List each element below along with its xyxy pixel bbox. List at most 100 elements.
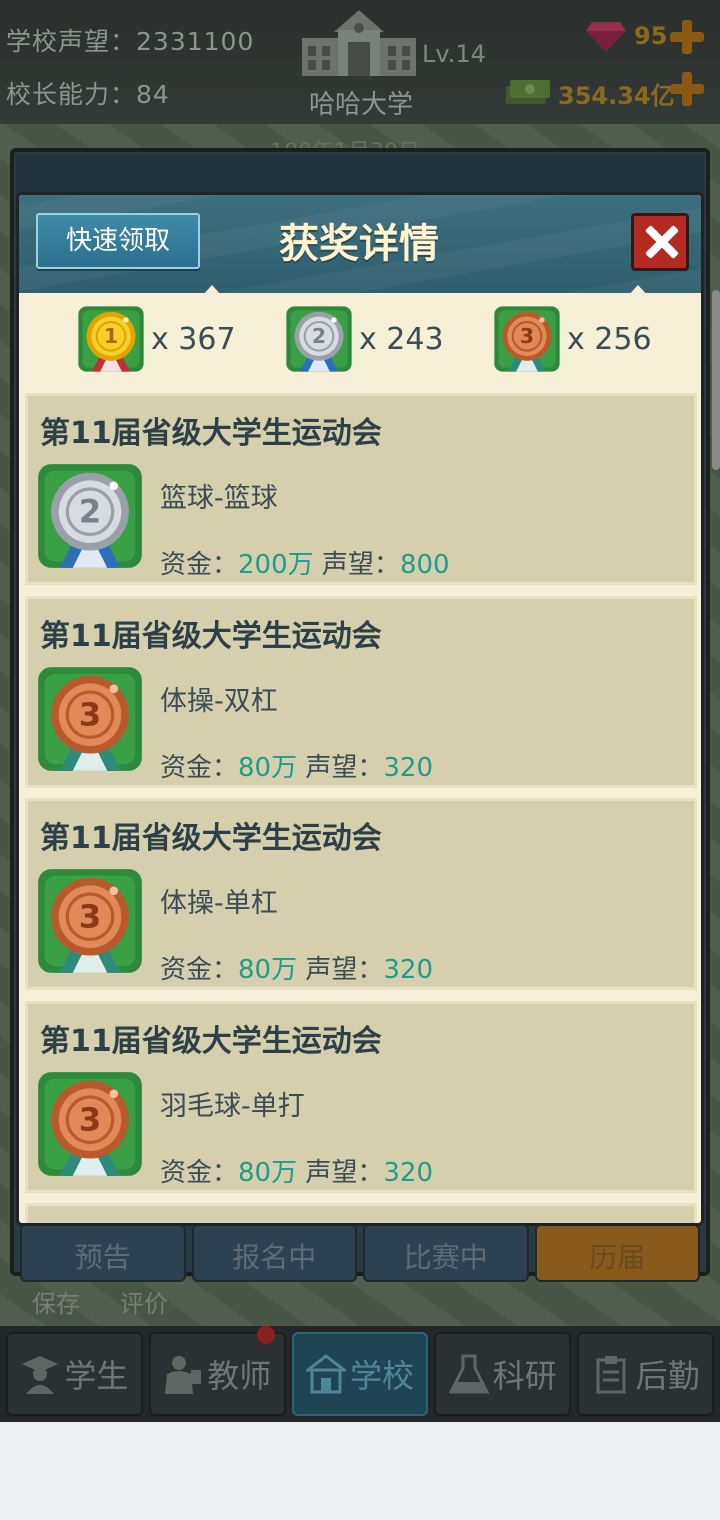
competition-name: 第11届省级大学生乒乓球联赛 <box>40 1216 442 1223</box>
add-money-plus-icon[interactable] <box>670 72 704 106</box>
nav-teachers-label: 教师 <box>207 1357 272 1395</box>
silver-medal-icon: 2 <box>38 464 142 568</box>
fund-label: 资金： <box>160 753 239 783</box>
competition-name: 第11届省级大学生运动会 <box>40 619 382 654</box>
medal-rank: 1 <box>104 324 118 348</box>
page-scrollbar[interactable] <box>712 290 720 470</box>
reputation-label: 声望： <box>305 753 384 783</box>
event-name: 体操-单杠 <box>160 888 278 919</box>
medal-rank: 3 <box>79 897 102 935</box>
fund-value: 200万 <box>238 550 314 580</box>
dialog-title: 获奖详情 <box>279 221 439 267</box>
award-item: 第11届省级大学生运动会 3 羽毛球-单打 资金：80万 声望：320 <box>25 1001 697 1193</box>
quick-claim-button[interactable]: 快速领取 <box>36 213 200 269</box>
reputation-value: 320 <box>383 1158 434 1188</box>
reputation-value: 800 <box>399 550 450 580</box>
tab-preview[interactable]: 预告 <box>20 1224 186 1282</box>
event-name: 篮球-篮球 <box>160 483 278 514</box>
dialog-header: 快速领取 获奖详情 <box>19 195 701 297</box>
medal-rank: 2 <box>79 492 102 530</box>
silver-medal-icon: 2 <box>286 306 352 372</box>
reward-line: 资金：80万 声望：320 <box>160 1152 433 1189</box>
gold-medal-count: x 367 <box>151 321 236 357</box>
fund-value: 80万 <box>238 1158 298 1188</box>
nav-teachers[interactable]: 教师 <box>148 1326 286 1416</box>
fund-label: 资金： <box>160 955 239 985</box>
nav-logistics-label: 后勤 <box>635 1357 700 1395</box>
reward-line: 资金：80万 声望：320 <box>160 949 433 986</box>
bronze-medal-icon: 3 <box>38 667 142 771</box>
award-item: 第11届省级大学生乒乓球联赛 <box>25 1203 697 1223</box>
award-item: 第11届省级大学生运动会 2 篮球-篮球 资金：200万 声望：800 <box>25 393 697 585</box>
silver-medal-count: x 243 <box>359 321 444 357</box>
add-gems-plus-icon[interactable] <box>670 20 704 54</box>
student-icon <box>22 1356 59 1394</box>
nav-logistics[interactable]: 后勤 <box>577 1332 714 1416</box>
event-name: 体操-双杠 <box>160 686 278 717</box>
clipboard-icon <box>596 1356 626 1394</box>
reputation-label: 学校声望： <box>6 27 137 56</box>
rate-link[interactable]: 评价 <box>120 1290 168 1318</box>
save-link[interactable]: 保存 <box>32 1290 80 1318</box>
fund-value: 80万 <box>238 955 298 985</box>
gem-icon <box>586 22 626 52</box>
event-name: 羽毛球-单打 <box>160 1091 305 1122</box>
money-amount: 354.34亿 <box>558 82 675 110</box>
reputation-label: 声望： <box>305 1158 384 1188</box>
reputation-value: 320 <box>383 955 434 985</box>
silver-medal-summary: 2 x 243 <box>285 305 444 373</box>
nav-research[interactable]: 科研 <box>434 1332 572 1416</box>
fund-label: 资金： <box>160 550 239 580</box>
tab-registering[interactable]: 报名中 <box>191 1224 357 1282</box>
fund-value: 80万 <box>238 753 298 783</box>
reputation-value: 2331100 <box>136 27 255 56</box>
principal-value: 84 <box>136 80 170 109</box>
teacher-icon <box>165 1356 202 1394</box>
gold-medal-summary: 1 x 367 <box>77 305 236 373</box>
award-item: 第11届省级大学生运动会 3 体操-单杠 资金：80万 声望：320 <box>25 798 697 990</box>
bronze-medal-count: x 256 <box>567 321 652 357</box>
bronze-medal-icon: 3 <box>38 1072 142 1176</box>
reward-line: 资金：200万 声望：800 <box>160 544 450 581</box>
nav-school[interactable]: 学校 <box>291 1332 429 1416</box>
tab-in-progress[interactable]: 比赛中 <box>363 1224 529 1282</box>
gem-count: 95 <box>634 22 668 50</box>
award-details-dialog: 快速领取 获奖详情 1 x 367 2 x 243 3 x 256 第11届省级… <box>16 192 704 1226</box>
background-links: 保存 评价 <box>32 1284 208 1319</box>
school-name: 哈哈大学 <box>308 90 413 120</box>
bronze-medal-icon: 3 <box>494 306 560 372</box>
school-building-icon[interactable] <box>300 8 418 78</box>
medal-rank: 3 <box>520 324 534 348</box>
medal-rank: 3 <box>79 695 102 733</box>
medal-rank: 2 <box>312 324 326 348</box>
bronze-medal-summary: 3 x 256 <box>493 305 652 373</box>
nav-students[interactable]: 学生 <box>6 1332 143 1416</box>
medal-rank: 3 <box>79 1100 102 1138</box>
fund-label: 资金： <box>160 1158 239 1188</box>
notification-dot <box>256 1326 275 1344</box>
medal-summary: 1 x 367 2 x 243 3 x 256 <box>19 293 701 389</box>
school-icon <box>305 1354 346 1394</box>
nav-school-label: 学校 <box>349 1357 414 1395</box>
nav-students-label: 学生 <box>64 1357 129 1395</box>
nav-research-label: 科研 <box>492 1357 557 1395</box>
gold-medal-icon: 1 <box>78 306 144 372</box>
tab-history[interactable]: 历届 <box>534 1224 700 1282</box>
top-status-bar: 学校声望：2331100 校长能力：84 Lv.14 哈哈大学 95 354.3… <box>0 0 720 124</box>
principal-label: 校长能力： <box>6 80 137 109</box>
bronze-medal-icon: 3 <box>38 869 142 973</box>
system-bar <box>0 1422 720 1520</box>
school-reputation: 学校声望：2331100 <box>6 22 254 58</box>
competition-tabs: 预告 报名中 比赛中 历届 <box>20 1224 700 1284</box>
bottom-navigation: 学生 教师 学校 科研 后勤 <box>0 1326 720 1422</box>
competition-name: 第11届省级大学生运动会 <box>40 416 382 451</box>
flask-icon <box>448 1354 489 1394</box>
principal-ability: 校长能力：84 <box>6 75 170 111</box>
reward-line: 资金：80万 声望：320 <box>160 747 433 784</box>
reputation-label: 声望： <box>321 550 400 580</box>
award-list[interactable]: 第11届省级大学生运动会 2 篮球-篮球 资金：200万 声望：800 第11届… <box>25 393 697 1223</box>
reputation-label: 声望： <box>305 955 384 985</box>
close-button[interactable] <box>631 213 689 271</box>
school-level: Lv.14 <box>422 40 486 68</box>
cash-icon <box>506 80 550 104</box>
